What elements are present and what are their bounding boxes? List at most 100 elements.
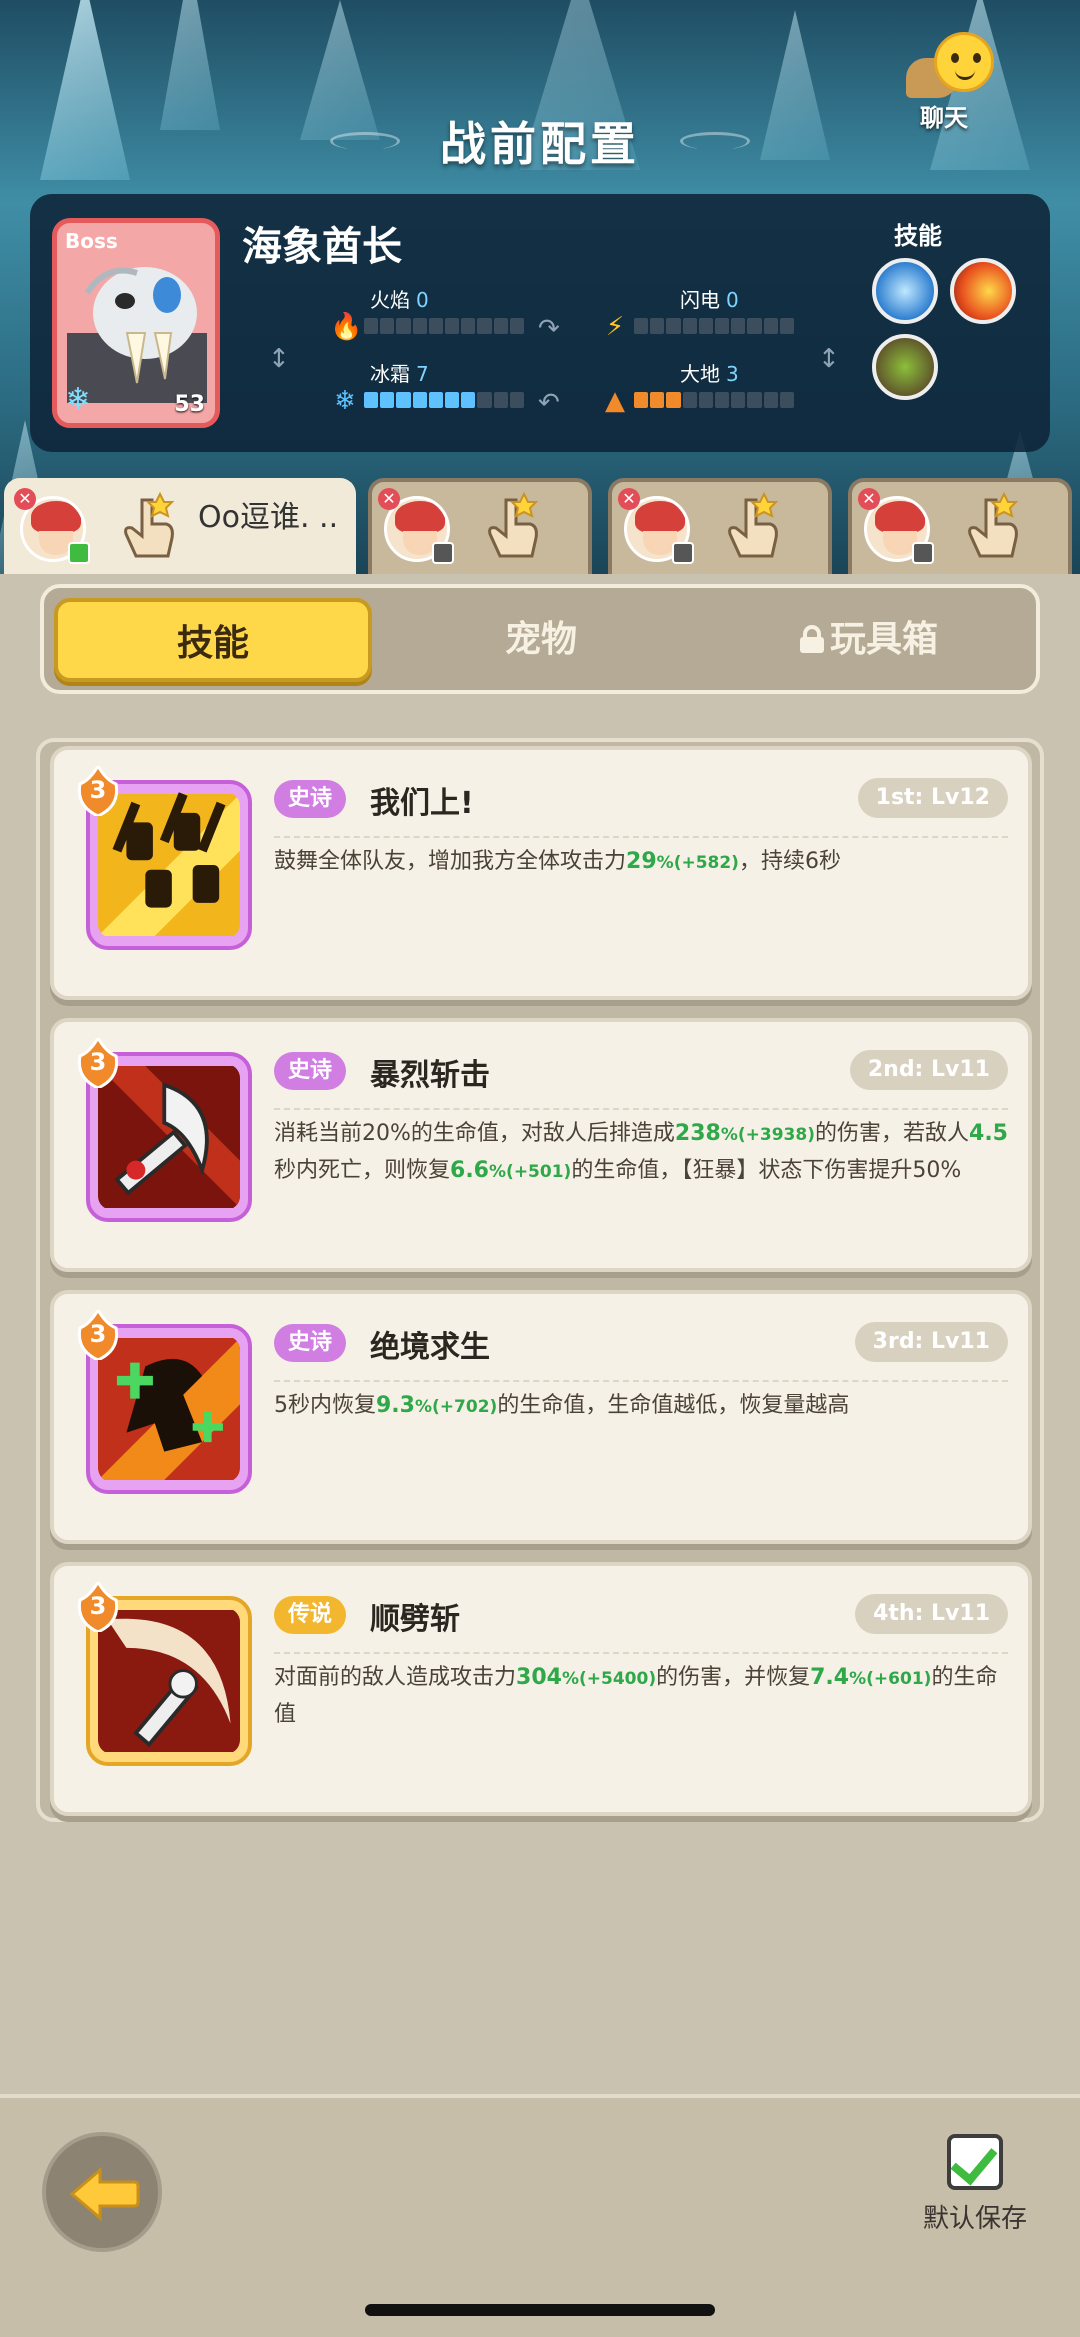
stat-fire-label: 火焰 bbox=[370, 288, 410, 312]
stat-earth-bar bbox=[634, 392, 795, 408]
device-icon bbox=[68, 542, 90, 564]
stat-lightning-bar bbox=[634, 318, 795, 334]
rarity-badge: 史诗 bbox=[274, 780, 347, 818]
description-text: 秒内死亡，则恢复 bbox=[274, 1158, 451, 1183]
back-arrow-icon bbox=[69, 2166, 140, 2222]
skill-description: 5秒内恢复9.3%(+702)的生命值，生命值越低，恢复量越高 bbox=[274, 1388, 1008, 1425]
home-indicator[interactable] bbox=[365, 2304, 715, 2316]
stat-bar-segment bbox=[493, 392, 508, 408]
highlight-value: (+501) bbox=[506, 1162, 572, 1182]
stat-bar-segment bbox=[682, 392, 697, 408]
skill-description: 消耗当前20%的生命值，对敌人后排造成238%(+3938)的伤害，若敌人4.5… bbox=[274, 1116, 1008, 1190]
tab-toybox[interactable]: 玩具箱 bbox=[710, 598, 1028, 682]
skill-card-2[interactable]: 3 史诗 暴烈斩击 2nd: Lv11 消耗当前20%的生命值，对敌人后排造成2… bbox=[50, 1018, 1032, 1272]
description-text: ，持续6秒 bbox=[738, 849, 841, 874]
lock-icon bbox=[799, 625, 824, 653]
tap-hand-icon bbox=[124, 491, 175, 558]
stat-bar-segment bbox=[428, 318, 444, 334]
skill-name: 绝境求生 bbox=[370, 1330, 490, 1365]
checkbox-checked-icon[interactable] bbox=[947, 2134, 1003, 2190]
stat-bar-segment bbox=[364, 318, 379, 334]
description-text: 的生命值，生命值越低，恢复量越高 bbox=[497, 1393, 850, 1418]
divider bbox=[274, 1652, 1008, 1654]
stat-bar-segment bbox=[412, 392, 427, 408]
cycle-arrow-icon: ↷ bbox=[538, 314, 560, 344]
boss-skill-earth-icon[interactable] bbox=[872, 334, 938, 400]
stat-bar-segment bbox=[461, 392, 476, 408]
remove-icon[interactable]: ✕ bbox=[14, 488, 36, 510]
stat-bar-segment bbox=[634, 318, 649, 334]
skill-rank-level: 4th: Lv11 bbox=[855, 1594, 1008, 1634]
stat-bar-segment bbox=[445, 392, 460, 408]
player-tab-2[interactable]: ✕ bbox=[368, 478, 592, 574]
stat-bar-segment bbox=[380, 318, 395, 334]
description-text: 消耗当前20%的生命值，对敌人后排造成 bbox=[274, 1121, 675, 1146]
stat-bar-segment bbox=[477, 392, 492, 408]
cycle-arrow-icon: ↶ bbox=[538, 388, 560, 418]
stat-bar-segment bbox=[445, 318, 460, 334]
skill-description: 对面前的敌人造成攻击力304%(+5400)的伤害，并恢复7.4%(+601)的… bbox=[274, 1660, 1008, 1732]
chat-button[interactable]: 聊天 bbox=[902, 30, 1022, 132]
cycle-arrow-icon: ↕ bbox=[818, 344, 840, 374]
lightning-icon: ⚡ bbox=[605, 312, 625, 342]
tab-skills[interactable]: 技能 bbox=[54, 598, 372, 682]
star-level: 3 bbox=[89, 1592, 107, 1620]
stat-bar-segment bbox=[650, 392, 665, 408]
stat-lightning-value: 0 bbox=[726, 288, 739, 312]
skill-description: 鼓舞全体队友，增加我方全体攻击力29%(+582)，持续6秒 bbox=[274, 844, 1008, 881]
highlight-value: 4.5 bbox=[969, 1121, 1008, 1146]
stat-earth-value: 3 bbox=[726, 362, 739, 386]
highlight-value: (+5400) bbox=[579, 1669, 657, 1689]
stat-earth-label: 大地 bbox=[680, 362, 720, 386]
boss-skills-label: 技能 bbox=[894, 222, 942, 250]
stat-bar-segment bbox=[731, 318, 746, 334]
player-tab-3[interactable]: ✕ bbox=[608, 478, 832, 574]
skill-card-3[interactable]: 3 史诗 绝境求生 3rd: Lv11 5秒内恢复9.3%(+702)的生命值，… bbox=[50, 1290, 1032, 1544]
chat-label: 聊天 bbox=[920, 104, 968, 132]
mountain-icon: ▲ bbox=[605, 386, 625, 416]
player-tab-4[interactable]: ✕ bbox=[848, 478, 1072, 574]
divider bbox=[274, 1380, 1008, 1382]
boss-level: 53 bbox=[174, 392, 205, 417]
highlight-value: 7.4 bbox=[810, 1665, 850, 1690]
stat-bar-segment bbox=[747, 318, 762, 334]
boss-skill-fire-icon[interactable] bbox=[950, 258, 1016, 324]
default-save-toggle[interactable]: 默认保存 bbox=[900, 2134, 1050, 2235]
tab-pets[interactable]: 宠物 bbox=[382, 598, 700, 682]
skill-card-4[interactable]: 3 传说 顺劈斩 4th: Lv11 对面前的敌人造成攻击力304%(+5400… bbox=[50, 1562, 1032, 1816]
skill-name: 顺劈斩 bbox=[370, 1602, 460, 1637]
stat-bar-segment bbox=[763, 392, 778, 408]
stat-frost-bar bbox=[364, 392, 525, 408]
highlight-value: 9.3 bbox=[376, 1393, 415, 1418]
stat-bar-segment bbox=[682, 318, 697, 334]
boss-skill-ice-icon[interactable] bbox=[872, 258, 938, 324]
skill-name: 暴烈斩击 bbox=[370, 1058, 490, 1093]
player-tab-1[interactable]: ✕ Oo逗谁. .. bbox=[4, 478, 356, 588]
boss-portrait-card[interactable]: Boss ❄ 53 bbox=[52, 218, 220, 428]
stat-bar-segment bbox=[698, 392, 714, 408]
description-text: 鼓舞全体队友，增加我方全体攻击力 bbox=[274, 849, 627, 874]
highlight-value: 6.6 bbox=[450, 1158, 489, 1183]
tap-hand-icon bbox=[968, 491, 1019, 558]
stat-fire-bar bbox=[364, 318, 525, 334]
device-icon bbox=[432, 542, 454, 564]
remove-icon[interactable]: ✕ bbox=[618, 488, 640, 510]
description-text: 的伤害，若敌人 bbox=[815, 1121, 970, 1146]
stat-bar-segment bbox=[509, 392, 525, 408]
highlight-value: % bbox=[561, 1669, 579, 1689]
stat-bar-segment bbox=[666, 392, 681, 408]
stat-lightning-label: 闪电 bbox=[680, 288, 720, 312]
stat-bar-segment bbox=[698, 318, 714, 334]
highlight-value: 304 bbox=[516, 1665, 562, 1690]
highlight-value: (+601) bbox=[866, 1669, 932, 1689]
stat-frost-value: 7 bbox=[416, 362, 429, 386]
skill-rank-level: 3rd: Lv11 bbox=[854, 1322, 1008, 1362]
snowflake-icon: ❄ bbox=[334, 386, 356, 416]
back-button[interactable] bbox=[42, 2132, 162, 2252]
description-text: 5秒内恢复 bbox=[274, 1393, 376, 1418]
stat-bar-segment bbox=[493, 318, 508, 334]
skill-card-1[interactable]: 3 史诗 我们上! 1st: Lv12 鼓舞全体队友，增加我方全体攻击力29%(… bbox=[50, 746, 1032, 1000]
tap-hand-icon bbox=[488, 491, 539, 558]
remove-icon[interactable]: ✕ bbox=[858, 488, 880, 510]
remove-icon[interactable]: ✕ bbox=[378, 488, 400, 510]
